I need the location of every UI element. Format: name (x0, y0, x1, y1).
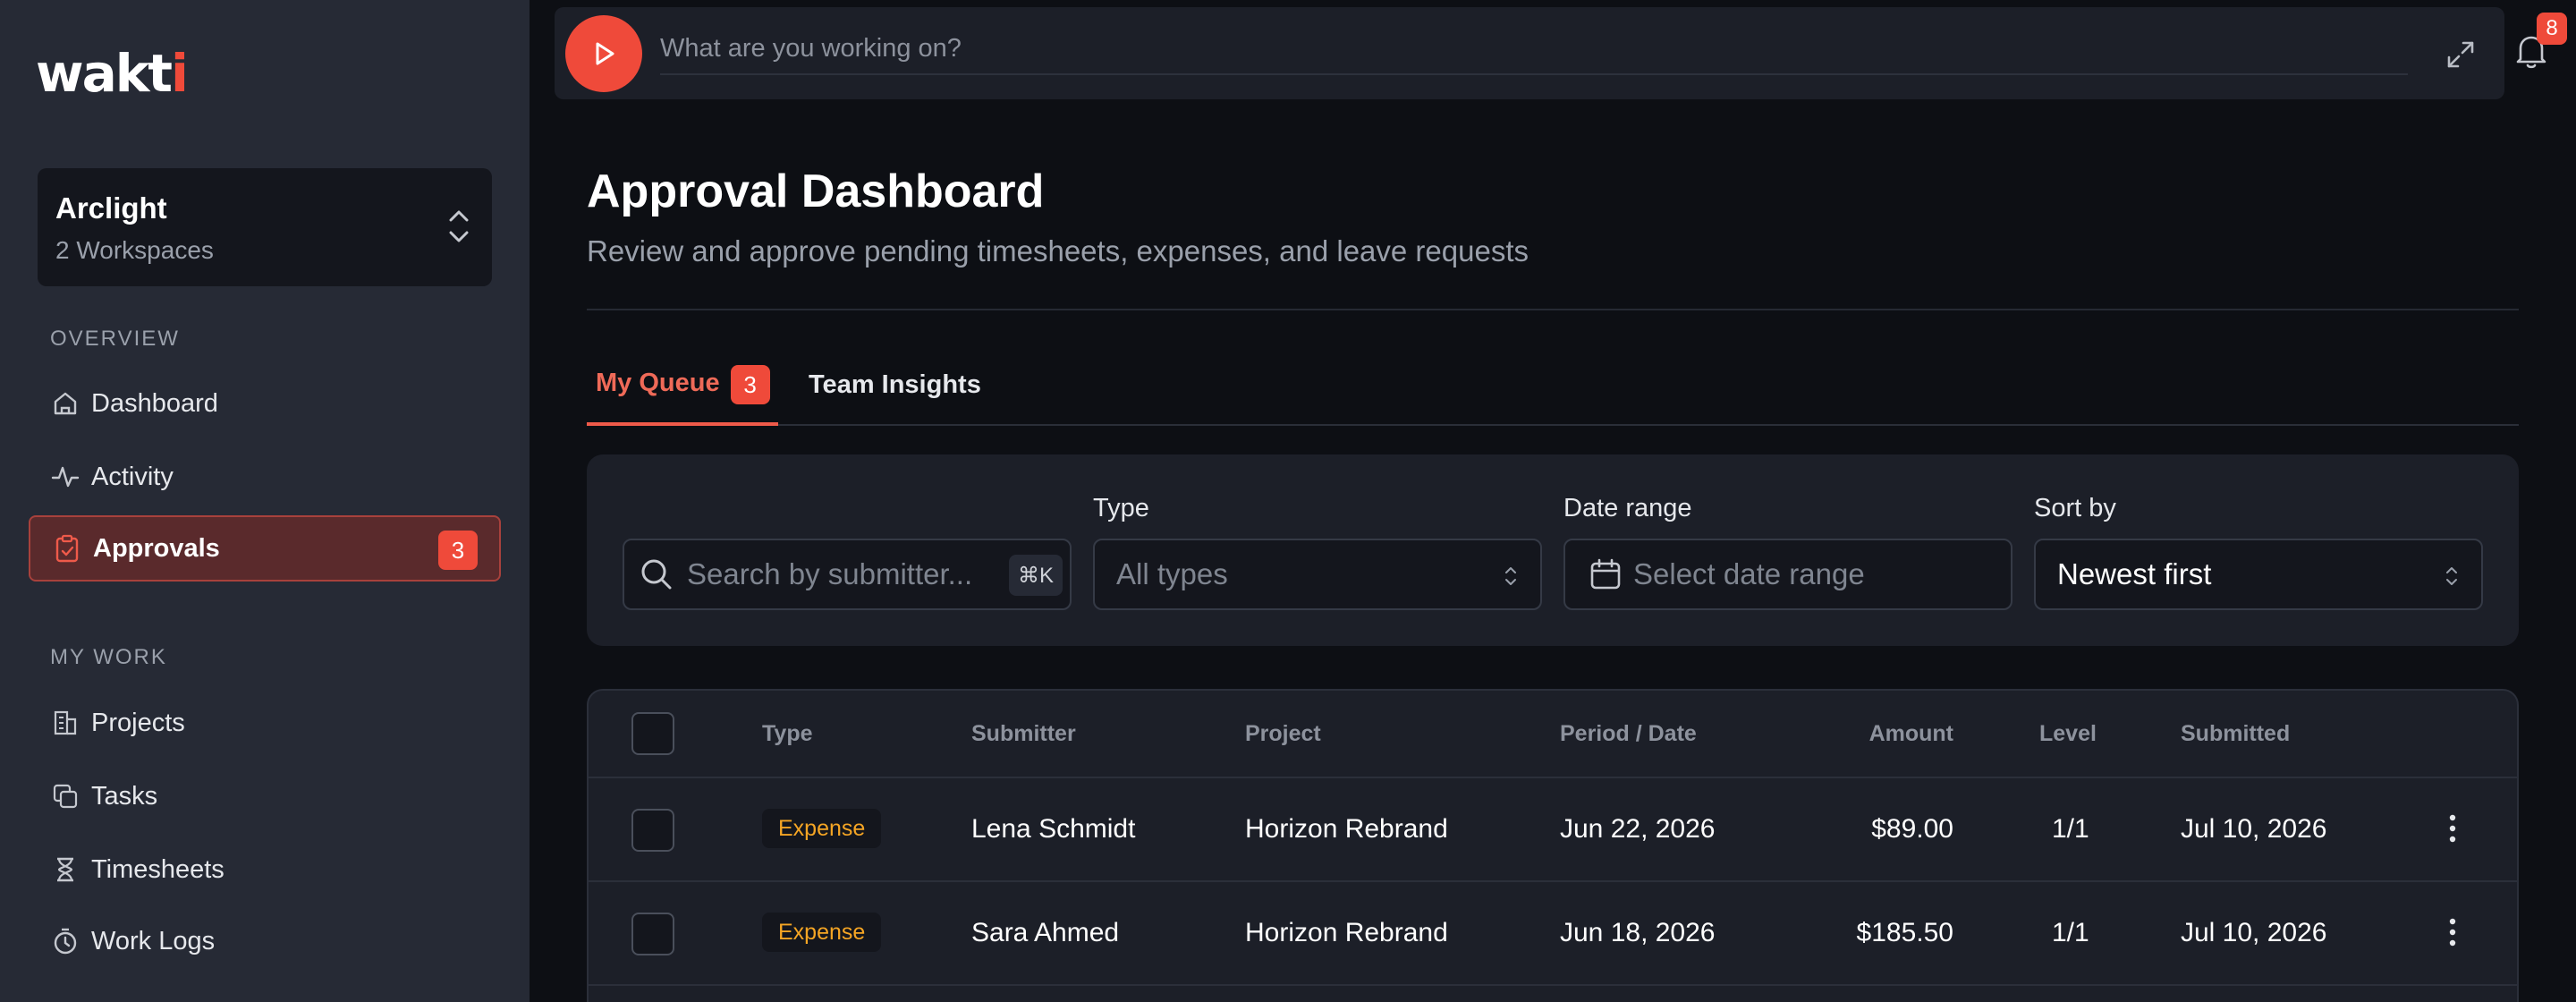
table-row[interactable]: Expense Sara Ahmed Horizon Rebrand Jun 1… (589, 882, 2517, 986)
wakti-logo[interactable]: wakti (36, 43, 189, 104)
level-cell: 1/1 (2052, 814, 2089, 844)
sidebar-item-work-logs[interactable]: Work Logs (29, 908, 501, 974)
sidebar-item-label: Tasks (91, 781, 158, 811)
chevron-up-down-icon (1505, 567, 1516, 585)
level-cell: 1/1 (2052, 918, 2089, 947)
search-input[interactable]: Search by submitter... ⌘K (623, 539, 1072, 610)
project-cell: Horizon Rebrand (1245, 814, 1448, 844)
column-header-submitted[interactable]: Submitted (2181, 721, 2290, 747)
activity-icon (50, 462, 80, 492)
timer-icon (50, 926, 80, 956)
approvals-count-badge: 3 (438, 531, 478, 570)
type-filter-label: Type (1093, 494, 1149, 522)
home-icon (50, 388, 80, 419)
sidebar-item-approvals[interactable]: Approvals 3 (29, 515, 501, 582)
header-divider (587, 309, 2519, 310)
submitted-cell: Jul 10, 2026 (2181, 814, 2327, 844)
date-range-label: Date range (1563, 494, 1692, 522)
building-icon (50, 708, 80, 738)
calendar-icon (1590, 558, 1621, 590)
row-checkbox[interactable] (631, 913, 674, 955)
project-cell: Horizon Rebrand (1245, 918, 1448, 947)
workspace-name: Arclight (55, 191, 167, 225)
workspace-count: 2 Workspaces (55, 236, 214, 264)
search-placeholder: Search by submitter... (687, 557, 973, 590)
sidebar-item-activity[interactable]: Activity (29, 444, 501, 510)
more-vertical-icon[interactable] (2447, 914, 2458, 950)
sidebar: wakti Arclight 2 Workspaces OVERVIEW Das… (0, 0, 530, 1002)
column-header-level[interactable]: Level (2039, 721, 2097, 747)
play-icon (596, 42, 614, 65)
sidebar-item-label: Approvals (93, 533, 220, 563)
column-header-project[interactable]: Project (1245, 721, 1321, 747)
sort-select-value: Newest first (2057, 557, 2212, 590)
approvals-table: Type Submitter Project Period / Date Amo… (587, 689, 2519, 1002)
submitter-cell: Lena Schmidt (971, 814, 1136, 844)
type-select-value: All types (1116, 557, 1228, 590)
section-label-my-work: MY WORK (50, 645, 167, 669)
expand-icon[interactable] (2445, 39, 2476, 70)
submitted-cell: Jul 10, 2026 (2181, 918, 2327, 947)
sidebar-item-label: Dashboard (91, 388, 218, 418)
sidebar-item-tasks[interactable]: Tasks (29, 763, 501, 829)
more-vertical-icon[interactable] (2447, 811, 2458, 846)
column-header-submitter[interactable]: Submitter (971, 721, 1076, 747)
sidebar-item-dashboard[interactable]: Dashboard (29, 370, 501, 437)
tab-my-queue[interactable]: My Queue 3 (587, 365, 778, 426)
period-cell: Jun 22, 2026 (1560, 814, 1716, 844)
type-badge: Expense (762, 913, 882, 952)
timer-bar (555, 7, 2504, 99)
type-badge: Expense (762, 809, 882, 848)
period-cell: Jun 18, 2026 (1560, 918, 1716, 947)
submitter-cell: Sara Ahmed (971, 918, 1120, 947)
search-icon (641, 559, 672, 590)
queue-count-badge: 3 (730, 365, 770, 404)
start-timer-button[interactable] (565, 15, 642, 92)
column-header-period[interactable]: Period / Date (1560, 721, 1697, 747)
select-all-checkbox[interactable] (631, 712, 674, 755)
clipboard-check-icon (52, 533, 82, 564)
workspace-switcher[interactable]: Arclight 2 Workspaces (38, 168, 492, 286)
filter-panel: Search by submitter... ⌘K Type All types… (587, 454, 2519, 646)
column-header-amount[interactable]: Amount (1869, 721, 1953, 747)
sidebar-item-timesheets[interactable]: Timesheets (29, 836, 501, 903)
sidebar-item-label: Timesheets (91, 854, 225, 884)
type-select[interactable]: All types (1093, 539, 1542, 610)
date-range-placeholder: Select date range (1633, 557, 1865, 590)
timer-description-input[interactable] (660, 23, 2408, 75)
chevron-up-down-icon (449, 210, 469, 242)
amount-cell: $185.50 (1856, 918, 1953, 947)
hourglass-icon (50, 854, 80, 885)
table-header: Type Submitter Project Period / Date Amo… (589, 691, 2517, 778)
copy-icon (50, 781, 80, 811)
sidebar-item-label: Work Logs (91, 926, 216, 955)
sidebar-item-label: Activity (91, 462, 174, 491)
tab-label: Team Insights (809, 370, 981, 399)
row-checkbox[interactable] (631, 809, 674, 852)
chevron-up-down-icon (2446, 567, 2457, 585)
page-title: Approval Dashboard (587, 166, 1045, 217)
page-subtitle: Review and approve pending timesheets, e… (587, 234, 1530, 267)
search-shortcut-hint: ⌘K (1008, 555, 1063, 596)
table-row[interactable]: Expense Lena Schmidt Horizon Rebrand Jun… (589, 778, 2517, 882)
sort-select[interactable]: Newest first (2034, 539, 2483, 610)
amount-cell: $89.00 (1871, 814, 1953, 844)
tab-team-insights[interactable]: Team Insights (809, 365, 981, 426)
notification-count-badge: 8 (2537, 13, 2567, 45)
tab-label: My Queue (596, 369, 720, 397)
column-header-type[interactable]: Type (762, 721, 813, 747)
sort-by-label: Sort by (2034, 494, 2116, 522)
sidebar-item-label: Projects (91, 708, 185, 737)
section-label-overview: OVERVIEW (50, 327, 180, 351)
sidebar-item-projects[interactable]: Projects (29, 690, 501, 756)
date-range-picker[interactable]: Select date range (1563, 539, 2012, 610)
